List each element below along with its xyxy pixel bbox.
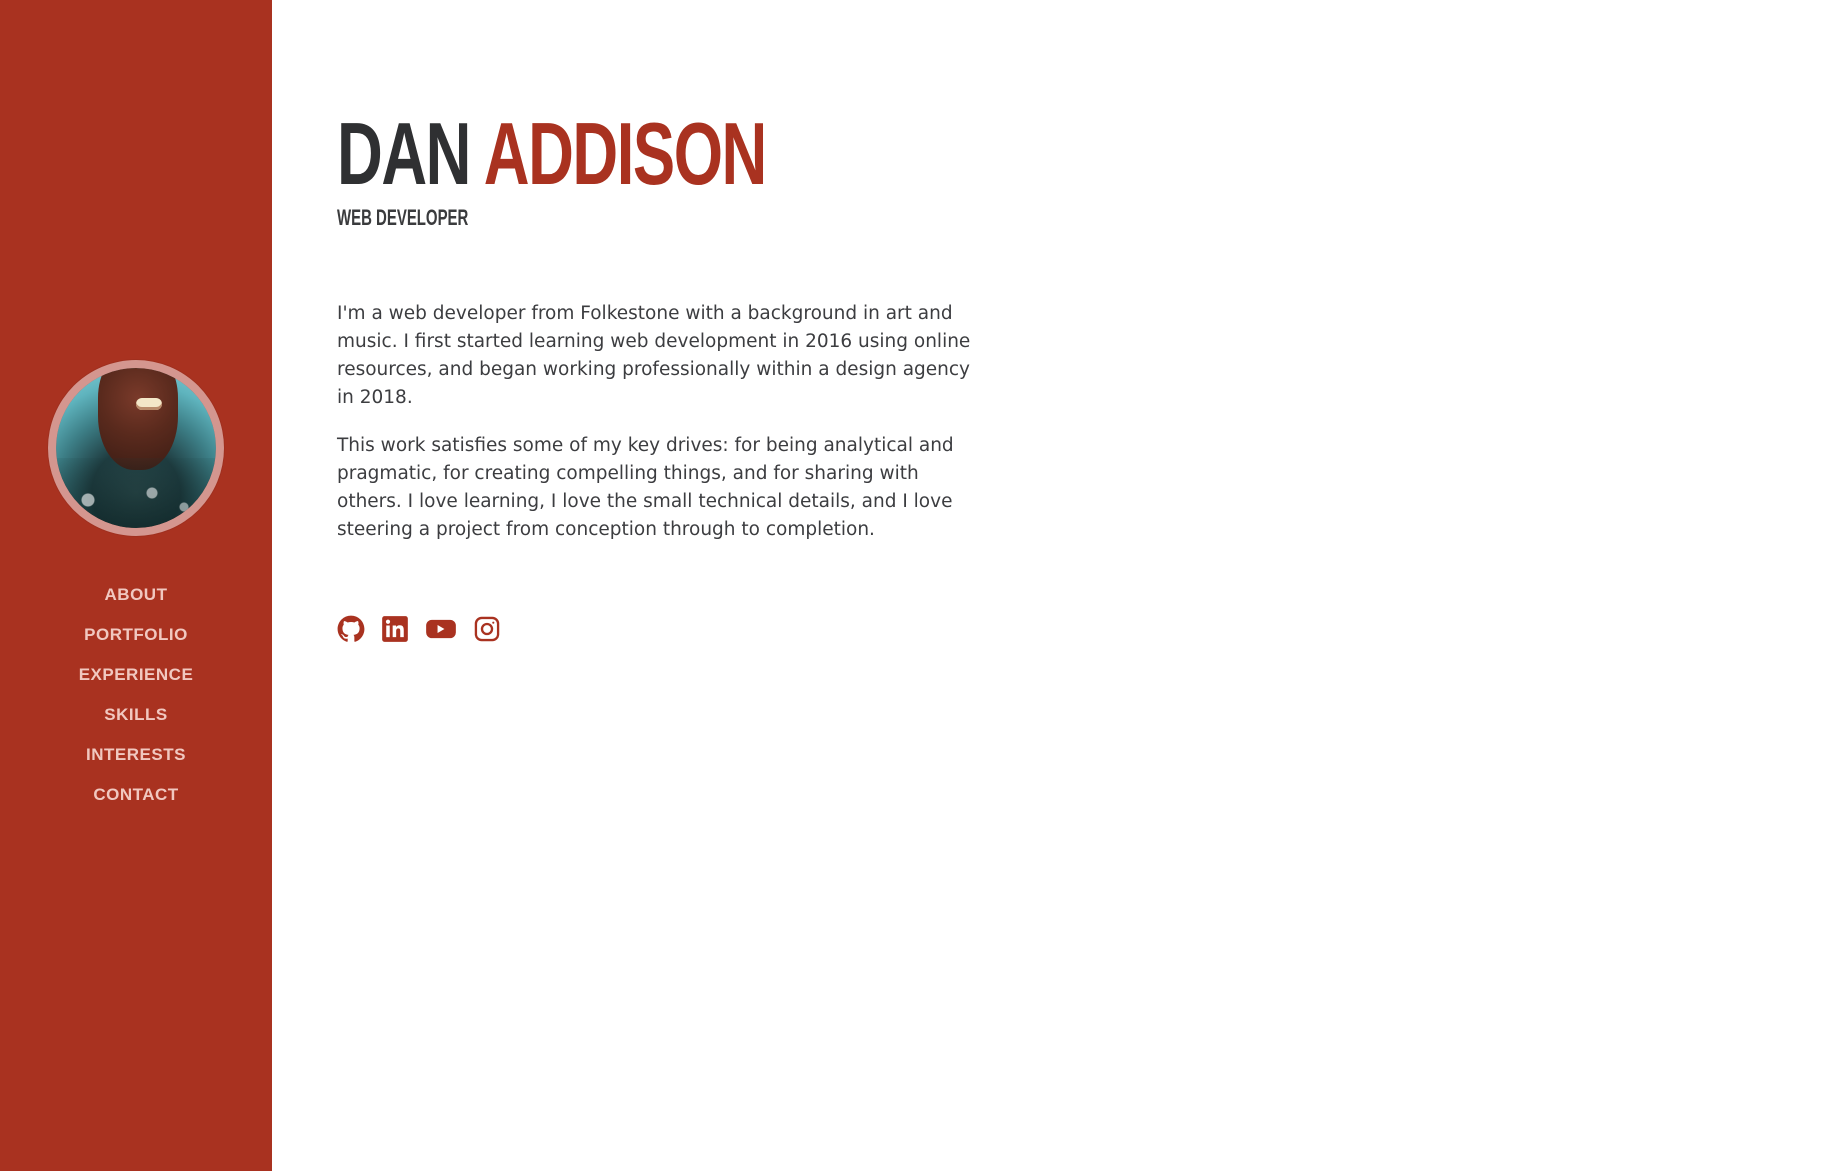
- nav-item-interests: INTERESTS: [0, 735, 272, 775]
- bio: I'm a web developer from Folkestone with…: [337, 300, 977, 564]
- page: ABOUT PORTFOLIO EXPERIENCE SKILLS INTERE…: [0, 0, 1838, 1171]
- sidebar-nav: ABOUT PORTFOLIO EXPERIENCE SKILLS INTERE…: [0, 575, 272, 815]
- bio-paragraph-2: This work satisfies some of my key drive…: [337, 435, 954, 540]
- sidebar: ABOUT PORTFOLIO EXPERIENCE SKILLS INTERE…: [0, 0, 272, 1171]
- instagram-icon[interactable]: [473, 615, 501, 643]
- nav-link-experience[interactable]: EXPERIENCE: [79, 665, 194, 685]
- first-name: DAN: [337, 104, 471, 203]
- avatar: [48, 360, 224, 536]
- job-title: WEB DEVELOPER: [337, 205, 469, 230]
- nav-link-portfolio[interactable]: PORTFOLIO: [84, 625, 188, 645]
- nav-link-interests[interactable]: INTERESTS: [86, 745, 186, 765]
- github-icon[interactable]: [337, 615, 365, 643]
- bio-paragraph-1: I'm a web developer from Folkestone with…: [337, 303, 971, 408]
- nav-item-portfolio: PORTFOLIO: [0, 615, 272, 655]
- nav-item-contact: CONTACT: [0, 775, 272, 815]
- nav-item-about: ABOUT: [0, 575, 272, 615]
- nav-link-skills[interactable]: SKILLS: [104, 705, 167, 725]
- nav-item-experience: EXPERIENCE: [0, 655, 272, 695]
- last-name: ADDISON: [483, 104, 768, 203]
- nav-link-contact[interactable]: CONTACT: [93, 785, 178, 805]
- nav-item-skills: SKILLS: [0, 695, 272, 735]
- nav-link-about[interactable]: ABOUT: [105, 585, 168, 605]
- linkedin-icon[interactable]: [381, 615, 409, 643]
- avatar-photo: [56, 368, 216, 528]
- social-links: [337, 615, 501, 643]
- page-title: DAN ADDISON: [337, 110, 767, 198]
- youtube-icon[interactable]: [425, 615, 457, 643]
